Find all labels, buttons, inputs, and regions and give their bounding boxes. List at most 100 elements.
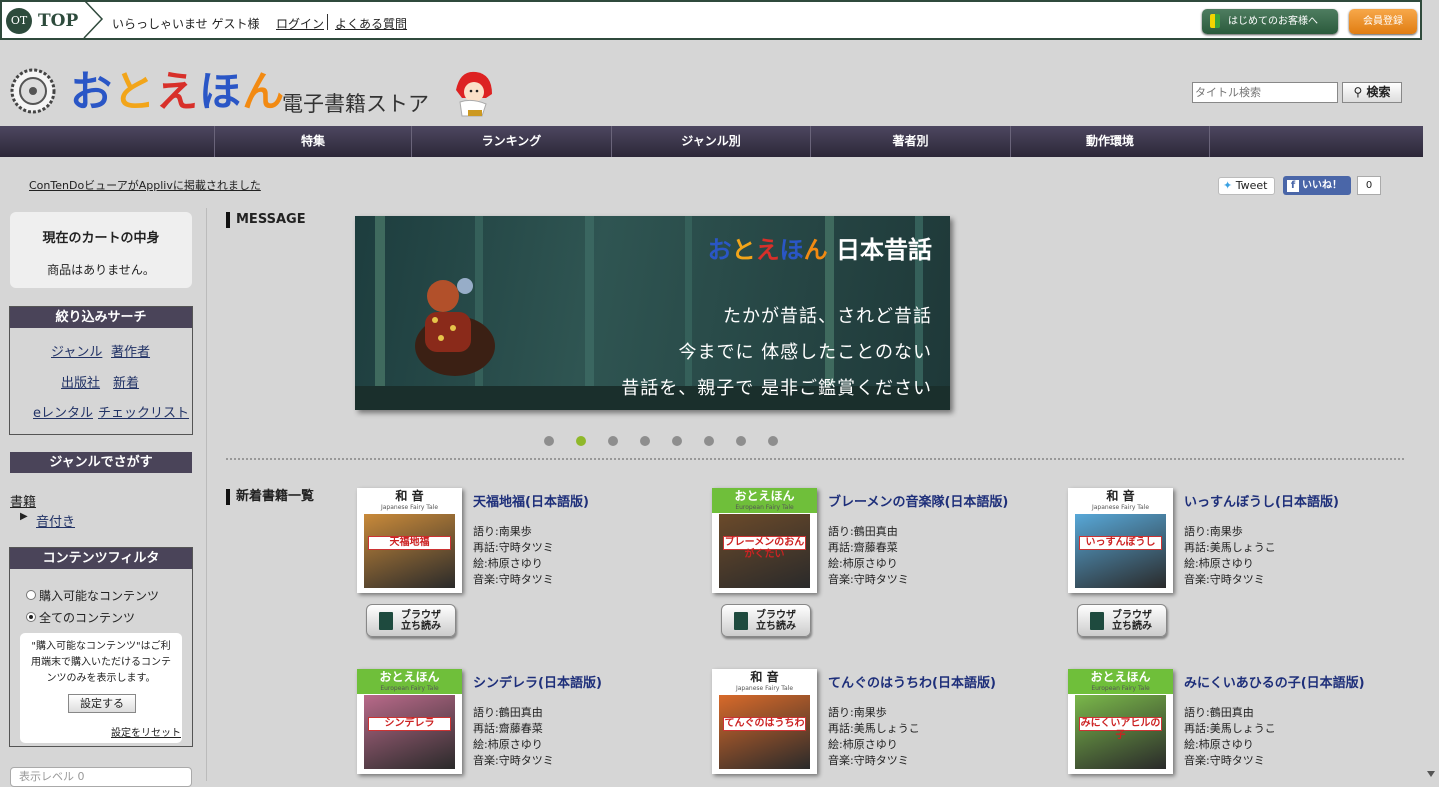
preview-button-label: ブラウザ [1112, 610, 1152, 621]
reset-filter-link[interactable]: 設定をリセット [111, 724, 181, 739]
top-bar: OT TOP いらっしゃいませ ゲスト様 ログイン よくある質問 はじめてのお客… [0, 0, 1422, 40]
cover-illustration: ブレーメンのおんがくたい [719, 514, 810, 588]
book-credit: 再話:美馬しょうこ [1184, 541, 1276, 554]
apply-filter-button[interactable]: 設定する [68, 694, 136, 713]
banner-title-char: ん [803, 236, 828, 264]
book-cover[interactable]: おとえほん European Fairy Tale シンデレラ [357, 669, 462, 774]
browser-preview-button[interactable]: ブラウザ 立ち読み [721, 604, 811, 637]
nav-item-genre[interactable]: ジャンル別 [611, 126, 810, 157]
book-cover[interactable]: おとえほん European Fairy Tale ブレーメンのおんがくたい [712, 488, 817, 593]
slide-dot[interactable] [704, 436, 714, 446]
logo-char: ん [242, 67, 286, 116]
book-credit: 再話:美馬しょうこ [828, 722, 920, 735]
title-search-input[interactable] [1192, 82, 1338, 103]
book-credit: 音楽:守時タツミ [828, 573, 909, 586]
book-credit: 再話:美馬しょうこ [1184, 722, 1276, 735]
filter-option-all[interactable]: 全てのコンテンツ [26, 609, 135, 626]
book-icon [734, 612, 748, 630]
notice-link[interactable]: ConTenDoビューアがApplivに掲載されました [29, 177, 261, 193]
search-button-label: 検索 [1366, 85, 1391, 99]
banner-title-rest: 日本昔話 [836, 236, 932, 264]
column-divider [206, 208, 207, 781]
refine-link-erental[interactable]: eレンタル [33, 402, 93, 421]
book-title-link[interactable]: みにくいあひるの子(日本語版) [1184, 672, 1365, 691]
logo-char: お [70, 67, 114, 116]
book-credit: 音楽:守時タツミ [473, 754, 554, 767]
banner-title-char: ほ [779, 236, 804, 264]
book-title-link[interactable]: ブレーメンの音楽隊(日本語版) [828, 491, 1008, 510]
refine-link-author[interactable]: 著作者 [111, 341, 150, 360]
book-credit: 再話:守時タツミ [473, 541, 554, 554]
member-register-button[interactable]: 会員登録 [1349, 9, 1417, 34]
book-title-link[interactable]: てんぐのはうちわ(日本語版) [828, 672, 996, 691]
book-cover[interactable]: 和 音 Japanese Fairy Tale いっすんぼうし [1068, 488, 1173, 593]
slide-dots [540, 436, 780, 448]
nav-item-features[interactable]: 特集 [214, 126, 411, 157]
genre-root-link[interactable]: 書籍 [10, 491, 36, 510]
facebook-like-button[interactable]: f いいね！ [1283, 176, 1351, 195]
book-cover[interactable]: おとえほん European Fairy Tale みにくいアヒルの子 [1068, 669, 1173, 774]
refine-link-publisher[interactable]: 出版社 [61, 372, 100, 391]
book-credit: 絵:柿原さゆり [828, 557, 898, 570]
book-cover[interactable]: 和 音 Japanese Fairy Tale てんぐのはうちわ [712, 669, 817, 774]
cart-empty-text: 商品はありません。 [47, 263, 155, 277]
book-credit: 絵:柿原さゆり [828, 738, 898, 751]
top-link[interactable]: TOP [38, 11, 78, 31]
slide-dot[interactable] [576, 436, 586, 446]
nav-item-author[interactable]: 著者別 [810, 126, 1010, 157]
slide-dot[interactable] [640, 436, 650, 446]
book-title-link[interactable]: シンデレラ(日本語版) [473, 672, 602, 691]
radio-selected-icon [26, 612, 36, 622]
logo-char: ほ [199, 67, 243, 116]
new-books-section-label: 新着書籍一覧 [226, 489, 314, 505]
cover-title-tag: いっすんぼうし [1079, 536, 1162, 550]
book-cover[interactable]: 和 音 Japanese Fairy Tale 天福地福 [357, 488, 462, 593]
content-filter-box: コンテンツフィルタ 購入可能なコンテンツ 全てのコンテンツ "購入可能なコンテン… [9, 547, 193, 747]
display-level-select[interactable]: 表示レベル 0 [10, 767, 192, 787]
first-time-guide-button[interactable]: はじめてのお客様へ [1202, 9, 1338, 34]
refine-search-title: 絞り込みサーチ [10, 307, 192, 328]
browser-preview-button[interactable]: ブラウザ 立ち読み [366, 604, 456, 637]
main-nav: 特集 ランキング ジャンル別 著者別 動作環境 [0, 126, 1423, 157]
store-emblem-icon[interactable]: OT [6, 8, 32, 34]
banner-title-char: と [731, 236, 756, 264]
faq-link[interactable]: よくある質問 [335, 15, 407, 32]
tweet-button[interactable]: ✦ Tweet [1218, 177, 1275, 195]
refine-link-new[interactable]: 新着 [113, 372, 139, 391]
refine-link-genre[interactable]: ジャンル [51, 341, 102, 360]
book-credit: 語り:鶴田真由 [473, 706, 543, 719]
book-credit: 音楽:守時タツミ [473, 573, 554, 586]
book-credit: 絵:柿原さゆり [1184, 557, 1254, 570]
book-title-link[interactable]: いっすんぼうし(日本語版) [1184, 491, 1339, 510]
browser-preview-button[interactable]: ブラウザ 立ち読み [1077, 604, 1167, 637]
site-logo[interactable]: おとえほん [70, 68, 285, 116]
scroll-down-icon[interactable] [1425, 768, 1437, 780]
cover-subtitle: European Fairy Tale [1091, 685, 1150, 692]
nav-item-ranking[interactable]: ランキング [411, 126, 611, 157]
banner-title: おとえほん 日本昔話 [708, 230, 932, 265]
greeting-text: いらっしゃいませ ゲスト様 [112, 17, 260, 31]
message-banner[interactable]: おとえほん 日本昔話 たかが昔話、されど昔話 今までに 体感したことのない 昔話… [355, 216, 950, 410]
slide-dot[interactable] [544, 436, 554, 446]
book-credit: 絵:柿原さゆり [1184, 738, 1254, 751]
link-separator [327, 14, 328, 30]
cover-illustration: シンデレラ [364, 695, 455, 769]
film-reel-logo-icon[interactable] [10, 68, 56, 114]
filter-option-purchasable[interactable]: 購入可能なコンテンツ [26, 587, 159, 604]
cover-title-tag: みにくいアヒルの子 [1079, 717, 1162, 741]
cover-subtitle: European Fairy Tale [735, 504, 794, 511]
cart-title: 現在のカートの中身 [42, 231, 160, 246]
slide-dot[interactable] [672, 436, 682, 446]
genre-child-link[interactable]: 音付き [36, 511, 75, 530]
book-title-link[interactable]: 天福地福(日本語版) [473, 491, 589, 510]
slide-dot[interactable] [768, 436, 778, 446]
logo-char: と [113, 67, 157, 116]
cover-subtitle: Japanese Fairy Tale [1091, 504, 1150, 511]
slide-dot[interactable] [736, 436, 746, 446]
login-link[interactable]: ログイン [276, 15, 324, 32]
slide-dot[interactable] [608, 436, 618, 446]
like-label: いいね！ [1302, 180, 1342, 191]
nav-item-environment[interactable]: 動作環境 [1010, 126, 1210, 157]
search-button[interactable]: ⚲ 検索 [1342, 82, 1402, 103]
refine-link-checklist[interactable]: チェックリスト [98, 402, 189, 421]
